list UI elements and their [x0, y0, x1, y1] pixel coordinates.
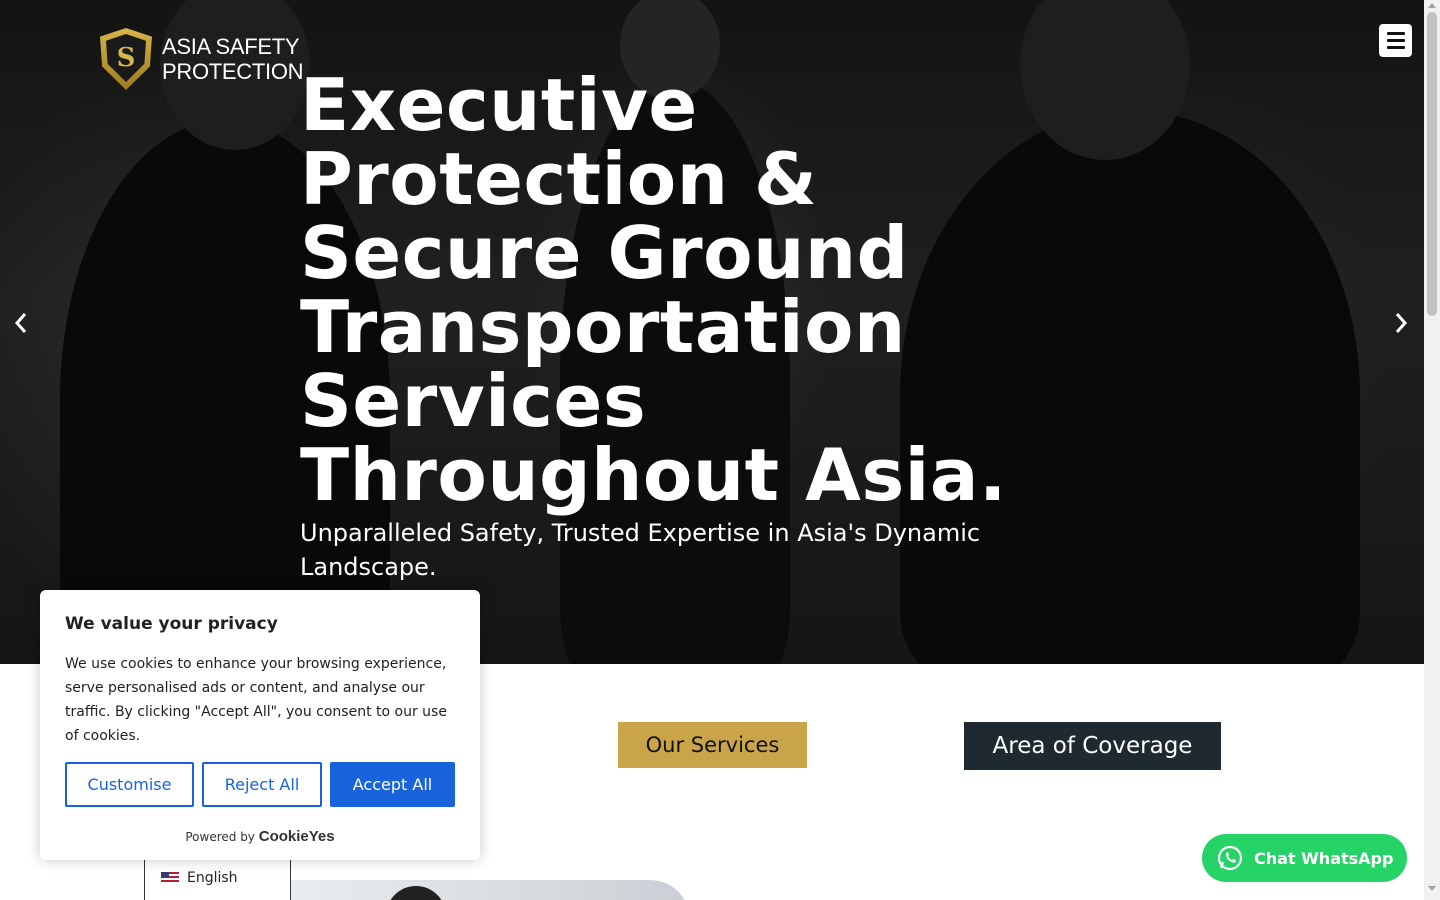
cookie-description: We use cookies to enhance your browsing …	[65, 656, 447, 744]
whatsapp-icon	[1217, 845, 1243, 871]
scroll-down-icon[interactable]	[1428, 886, 1436, 891]
scrollbar-thumb[interactable]	[1427, 12, 1437, 316]
cookieyes-logo[interactable]: CookieYes	[259, 828, 335, 845]
powered-by-text: Powered by	[185, 830, 255, 844]
cookie-reject-button[interactable]: Reject All	[202, 762, 322, 807]
hero-subtitle: Unparalleled Safety, Trusted Expertise i…	[300, 519, 981, 581]
us-flag-icon	[161, 871, 179, 884]
language-label: English	[187, 869, 238, 886]
cookie-title: We value your privacy	[65, 614, 278, 634]
hamburger-icon	[1386, 32, 1405, 35]
chevron-left-icon	[14, 313, 27, 333]
hero-title: Executive Protection & Secure Ground Tra…	[300, 63, 1007, 517]
slider-prev-button[interactable]	[6, 306, 36, 340]
hamburger-icon	[1386, 46, 1405, 49]
our-services-button[interactable]: Our Services	[618, 722, 807, 768]
shield-snake-icon: S	[100, 28, 152, 90]
section-image-person	[386, 886, 446, 900]
scroll-up-icon[interactable]	[1428, 3, 1436, 8]
cookie-consent-banner: We value your privacy We use cookies to …	[40, 590, 480, 860]
menu-button[interactable]	[1379, 24, 1412, 57]
hero-slider: S ASIA SAFETY PROTECTION Executive Prote…	[0, 0, 1424, 664]
logo-text: ASIA SAFETY PROTECTION	[162, 34, 304, 84]
area-of-coverage-button[interactable]: Area of Coverage	[964, 722, 1221, 770]
site-logo[interactable]: S ASIA SAFETY PROTECTION	[100, 28, 304, 90]
whatsapp-label: Chat WhatsApp	[1254, 848, 1394, 868]
section-image	[290, 880, 690, 900]
slider-next-button[interactable]	[1386, 306, 1416, 340]
cookie-customise-button[interactable]: Customise	[65, 762, 194, 807]
logo-line-2: PROTECTION	[162, 59, 304, 84]
cookie-powered-by: Powered by CookieYes	[40, 828, 480, 845]
page-scrollbar[interactable]	[1424, 0, 1440, 900]
logo-line-1: ASIA SAFETY	[162, 34, 300, 59]
hamburger-icon	[1386, 39, 1405, 42]
cookie-actions: Customise Reject All Accept All	[65, 762, 455, 807]
chevron-right-icon	[1395, 313, 1408, 333]
whatsapp-chat-button[interactable]: Chat WhatsApp	[1202, 834, 1407, 882]
cookie-accept-button[interactable]: Accept All	[330, 762, 455, 807]
